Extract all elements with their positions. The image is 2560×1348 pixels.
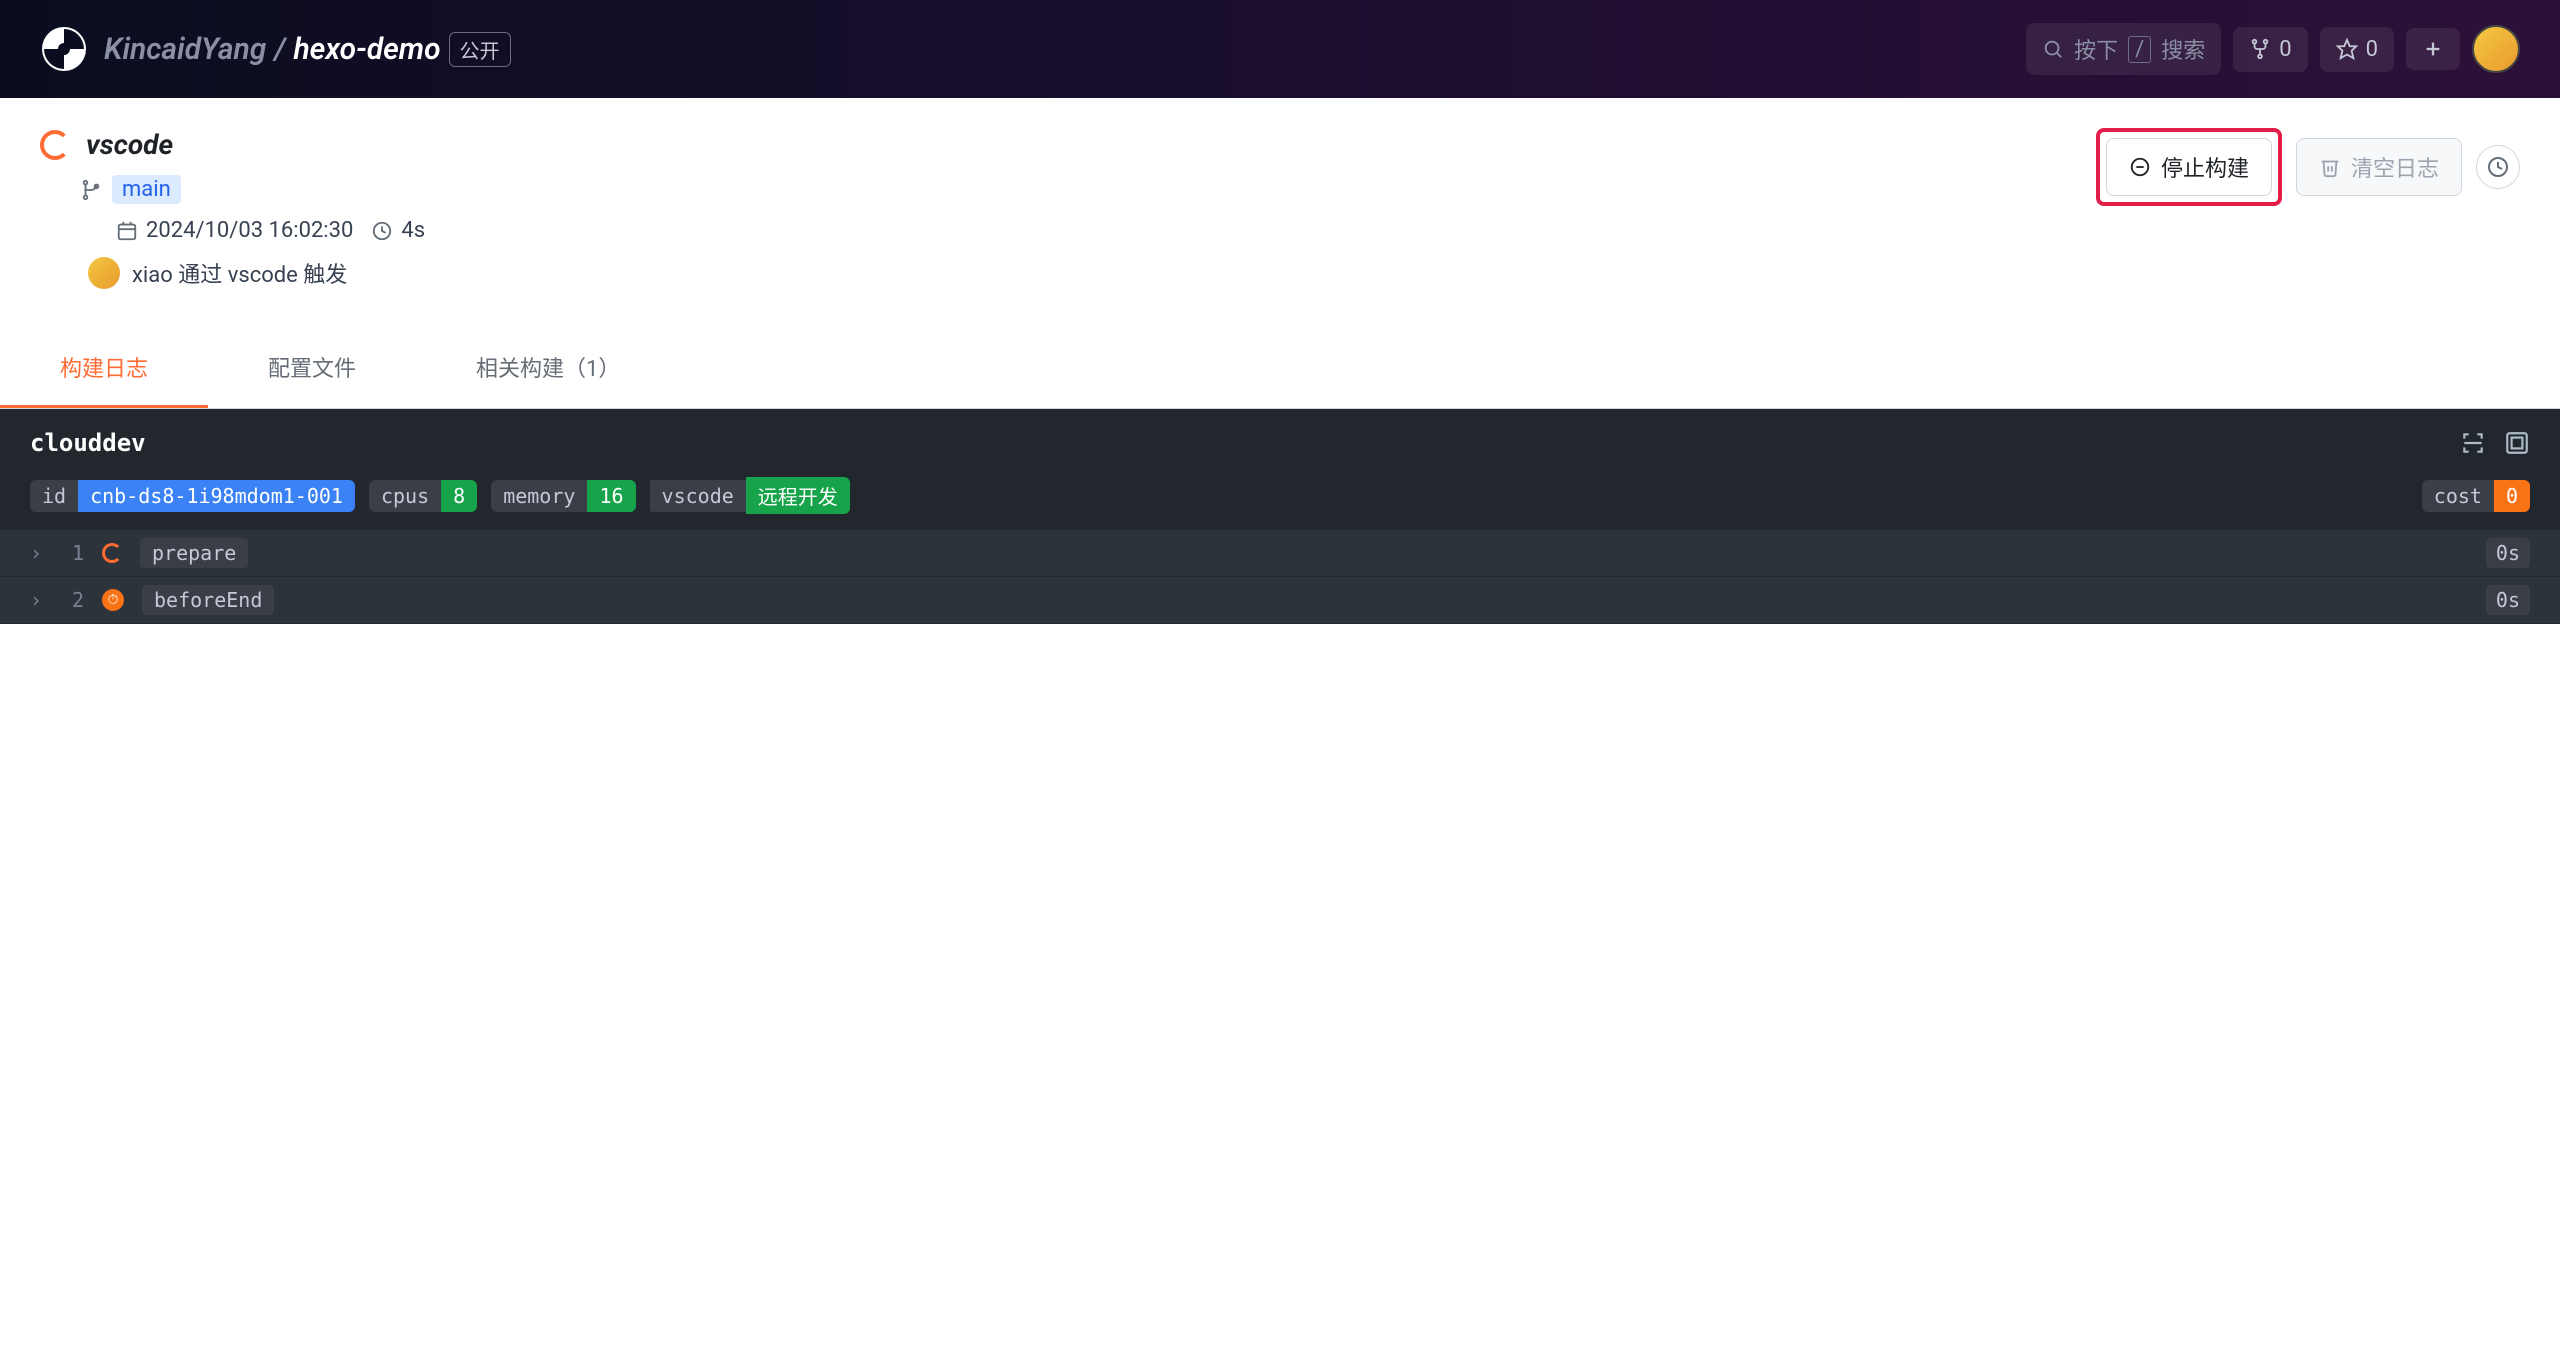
log-line-number: 1 xyxy=(64,541,84,565)
history-button[interactable] xyxy=(2476,145,2520,189)
search-box[interactable]: 按下 / 搜索 xyxy=(2026,23,2221,75)
stop-button-label: 停止构建 xyxy=(2161,151,2249,183)
build-title: vscode xyxy=(86,128,173,161)
breadcrumb-repo[interactable]: hexo-demo xyxy=(293,32,440,67)
chevron-right-icon: › xyxy=(30,541,46,565)
app-logo-icon[interactable] xyxy=(40,25,88,73)
stop-build-button[interactable]: 停止构建 xyxy=(2106,138,2272,196)
clear-button-label: 清空日志 xyxy=(2351,151,2439,183)
plus-icon xyxy=(2422,38,2444,60)
badge-cpus: cpus8 xyxy=(369,480,477,512)
breadcrumb: KincaidYang / hexo-demo 公开 xyxy=(104,32,511,67)
log-header-icons xyxy=(2460,430,2530,456)
fork-button[interactable]: 0 xyxy=(2233,27,2307,72)
stop-circle-icon xyxy=(2129,156,2151,178)
branch-row: main xyxy=(80,175,425,204)
log-step-name: beforeEnd xyxy=(142,585,274,615)
spinner-icon xyxy=(40,130,70,160)
star-count: 0 xyxy=(2366,37,2378,62)
top-header: KincaidYang / hexo-demo 公开 按下 / 搜索 0 0 xyxy=(0,0,2560,98)
log-badges: idcnb-ds8-1i98mdom1-001 cpus8 memory16 v… xyxy=(0,477,2560,530)
build-meta-row: 2024/10/03 16:02:30 4s xyxy=(116,218,425,243)
clock-icon xyxy=(371,220,393,242)
timestamp-item: 2024/10/03 16:02:30 xyxy=(116,218,353,243)
timestamp-text: 2024/10/03 16:02:30 xyxy=(146,218,353,243)
log-step-time: 0s xyxy=(2486,538,2530,568)
slash-key-icon: / xyxy=(2128,36,2151,63)
history-icon xyxy=(2486,155,2510,179)
status-pending-icon: ⏱ xyxy=(102,589,124,611)
log-header: clouddev xyxy=(0,409,2560,477)
log-panel: clouddev idcnb-ds8-1i98mdom1-001 cpus8 m… xyxy=(0,409,2560,624)
trigger-row: xiao 通过 vscode 触发 xyxy=(88,257,425,289)
search-hint-right: 搜索 xyxy=(2161,33,2205,65)
chevron-right-icon: › xyxy=(30,588,46,612)
duration-item: 4s xyxy=(371,218,425,243)
trash-icon xyxy=(2319,156,2341,178)
badge-id: idcnb-ds8-1i98mdom1-001 xyxy=(30,480,355,512)
star-button[interactable]: 0 xyxy=(2320,27,2394,72)
search-icon xyxy=(2042,38,2064,60)
duration-text: 4s xyxy=(401,218,425,243)
log-title: clouddev xyxy=(30,429,146,457)
expand-icon[interactable] xyxy=(2504,430,2530,456)
breadcrumb-owner[interactable]: KincaidYang xyxy=(104,32,266,67)
calendar-icon xyxy=(116,220,138,242)
build-header-section: vscode main 2024/10/03 16:02:30 4s xiao … xyxy=(0,98,2560,309)
log-row[interactable]: › 2 ⏱ beforeEnd 0s xyxy=(0,577,2560,624)
badge-memory: memory16 xyxy=(491,480,635,512)
clear-log-button[interactable]: 清空日志 xyxy=(2296,138,2462,196)
star-icon xyxy=(2336,38,2358,60)
tab-build-log[interactable]: 构建日志 xyxy=(0,329,208,408)
header-left: KincaidYang / hexo-demo 公开 xyxy=(40,25,511,73)
build-actions: 停止构建 清空日志 xyxy=(2096,128,2520,206)
breadcrumb-separator: / xyxy=(274,32,285,67)
log-rows: › 1 prepare 0s › 2 ⏱ beforeEnd 0s xyxy=(0,530,2560,624)
build-title-row: vscode xyxy=(40,128,425,161)
header-right: 按下 / 搜索 0 0 xyxy=(2026,23,2520,75)
log-row[interactable]: › 1 prepare 0s xyxy=(0,530,2560,577)
badge-vscode: vscode远程开发 xyxy=(650,477,850,514)
user-avatar[interactable] xyxy=(2472,25,2520,73)
add-button[interactable] xyxy=(2406,28,2460,70)
tab-config[interactable]: 配置文件 xyxy=(208,329,416,408)
branch-name[interactable]: main xyxy=(112,175,181,204)
tab-related[interactable]: 相关构建（1） xyxy=(416,329,680,408)
log-step-time: 0s xyxy=(2486,585,2530,615)
fork-count: 0 xyxy=(2279,37,2291,62)
trigger-text: xiao 通过 vscode 触发 xyxy=(132,257,347,289)
badge-cost: cost0 xyxy=(2422,480,2530,512)
fork-icon xyxy=(2249,38,2271,60)
stop-button-highlight: 停止构建 xyxy=(2096,128,2282,206)
search-hint-left: 按下 xyxy=(2074,33,2118,65)
visibility-badge: 公开 xyxy=(449,32,511,67)
collapse-icon[interactable] xyxy=(2460,430,2486,456)
trigger-user-avatar[interactable] xyxy=(88,257,120,289)
tabs: 构建日志 配置文件 相关构建（1） xyxy=(0,329,2560,409)
log-line-number: 2 xyxy=(64,588,84,612)
status-running-icon xyxy=(102,543,122,563)
build-info: vscode main 2024/10/03 16:02:30 4s xiao … xyxy=(40,128,425,289)
log-step-name: prepare xyxy=(140,538,248,568)
branch-icon xyxy=(80,179,102,201)
